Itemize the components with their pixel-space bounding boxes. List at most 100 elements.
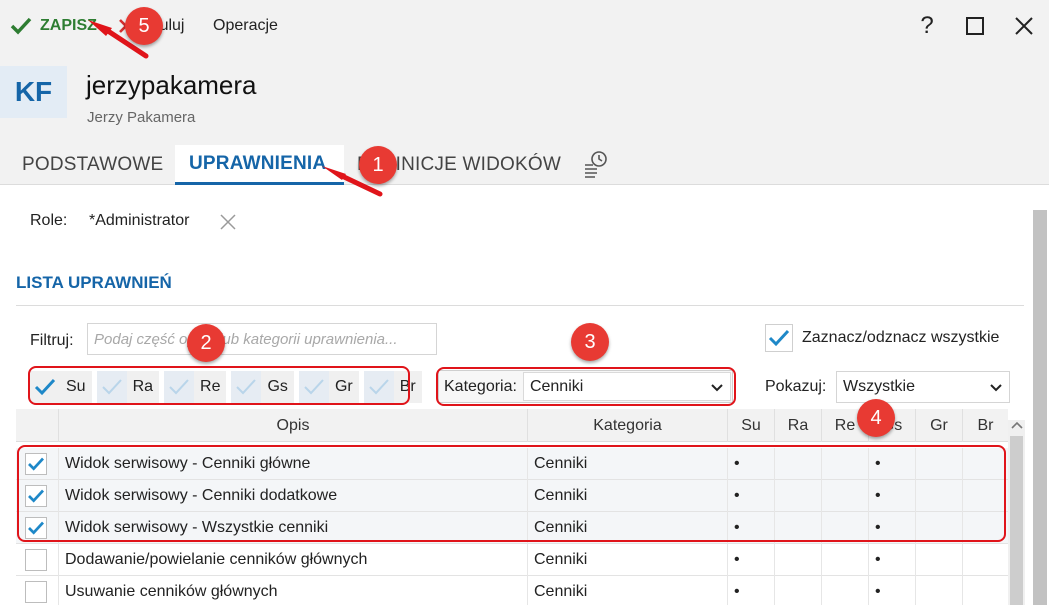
section-title: LISTA UPRAWNIEŃ: [16, 273, 172, 292]
operations-menu[interactable]: Operacje: [213, 0, 278, 52]
row-br: [962, 576, 1008, 605]
row-re: [821, 512, 868, 544]
avatar: KF: [0, 66, 67, 118]
row-checkbox-cell: [25, 448, 58, 480]
chevron-down-icon: [990, 384, 1002, 392]
operations-label: Operacje: [213, 17, 278, 34]
toggle-check-icon: [96, 371, 127, 403]
table-row[interactable]: Dodawanie/powielanie cenników głównych C…: [16, 544, 1008, 576]
toggle-label: Su: [66, 378, 86, 395]
help-icon: ?: [920, 12, 934, 39]
row-category: Cenniki: [527, 544, 727, 576]
row-category: Cenniki: [527, 480, 727, 512]
row-re: [821, 480, 868, 512]
row-su: •: [727, 544, 774, 576]
role-value: *Administrator: [89, 212, 190, 229]
row-description: Widok serwisowy - Cenniki główne: [58, 448, 527, 480]
toggle-gs[interactable]: Gs: [231, 371, 294, 403]
row-category: Cenniki: [527, 512, 727, 544]
close-window-button[interactable]: [1007, 8, 1041, 44]
save-button[interactable]: ZAPISZ: [10, 0, 97, 52]
show-label: Pokazuj:: [765, 378, 827, 395]
remove-role-button[interactable]: [218, 212, 238, 232]
toggle-check-icon: [164, 371, 195, 403]
header-ra[interactable]: Ra: [774, 409, 821, 442]
category-label: Kategoria:: [444, 377, 517, 395]
checkmark-icon: [28, 521, 45, 535]
toggle-gr[interactable]: Gr: [298, 371, 359, 403]
row-checkbox-cell: [25, 512, 58, 544]
header-checkbox-col: [16, 409, 58, 442]
annotation-badge: 3: [571, 323, 609, 361]
row-description: Usuwanie cenników głównych: [58, 576, 527, 605]
main-scrollbar[interactable]: [1033, 210, 1047, 605]
tab-bar: PODSTAWOWE UPRAWNIENIA DEFINICJE WIDOKÓW: [0, 145, 1049, 185]
row-ra: [774, 448, 821, 480]
table-scrollbar-thumb[interactable]: [1010, 436, 1023, 605]
table-row[interactable]: Widok serwisowy - Cenniki dodatkowe Cenn…: [16, 480, 1008, 512]
row-gs: •: [868, 576, 915, 605]
toggle-label: Br: [399, 378, 416, 395]
show-value: Wszystkie: [843, 378, 915, 395]
row-gs: •: [868, 480, 915, 512]
toggle-re[interactable]: Re: [164, 371, 227, 403]
scroll-up-button[interactable]: [1010, 418, 1024, 432]
row-gr: [915, 512, 962, 544]
select-all-box[interactable]: [765, 324, 793, 352]
user-login: jerzypakamera: [86, 70, 257, 100]
row-checkbox[interactable]: [25, 549, 47, 571]
row-br: [962, 448, 1008, 480]
close-window-icon: [1015, 17, 1033, 35]
category-select[interactable]: Cenniki: [522, 372, 731, 401]
table-row[interactable]: Widok serwisowy - Wszystkie cenniki Cenn…: [16, 512, 1008, 544]
toggle-su[interactable]: Su: [30, 371, 92, 403]
header-kategoria[interactable]: Kategoria: [527, 409, 727, 442]
row-checkbox[interactable]: [25, 517, 47, 539]
table-row[interactable]: Widok serwisowy - Cenniki główne Cenniki…: [16, 448, 1008, 480]
show-select[interactable]: Wszystkie: [836, 371, 1010, 403]
checkmark-icon: [10, 17, 32, 35]
row-ra: [774, 512, 821, 544]
toggle-ra[interactable]: Ra: [96, 371, 160, 403]
row-gs: •: [868, 544, 915, 576]
select-all-checkbox[interactable]: Zaznacz/odznacz wszystkie: [765, 324, 999, 352]
tab-podstawowe[interactable]: PODSTAWOWE: [22, 145, 163, 185]
tab-uprawnienia[interactable]: UPRAWNIENIA: [175, 145, 344, 185]
row-gs: •: [868, 448, 915, 480]
row-gs: •: [868, 512, 915, 544]
row-checkbox-cell: [25, 576, 58, 605]
row-checkbox-cell: [25, 480, 58, 512]
filter-input[interactable]: [87, 323, 437, 355]
row-description: Widok serwisowy - Wszystkie cenniki: [58, 512, 527, 544]
header-opis[interactable]: Opis: [58, 409, 527, 442]
row-su: •: [727, 448, 774, 480]
row-re: [821, 576, 868, 605]
toggle-label: Gr: [334, 378, 353, 395]
category-filter: Kategoria: Cenniki: [438, 370, 733, 403]
history-tab[interactable]: [583, 149, 611, 179]
select-all-label: Zaznacz/odznacz wszystkie: [802, 329, 1000, 346]
annotation-badge: 2: [187, 324, 225, 362]
checkmark-icon: [28, 489, 45, 503]
header-gr[interactable]: Gr: [915, 409, 962, 442]
help-button[interactable]: ?: [910, 8, 944, 44]
row-gr: [915, 576, 962, 605]
column-toggles: Su Ra Re Gs Gr Br: [30, 371, 422, 403]
header-su[interactable]: Su: [727, 409, 774, 442]
row-checkbox[interactable]: [25, 581, 47, 603]
row-checkbox[interactable]: [25, 453, 47, 475]
table-row[interactable]: Usuwanie cenników głównych Cenniki • •: [16, 576, 1008, 605]
row-checkbox-cell: [25, 544, 58, 576]
row-su: •: [727, 480, 774, 512]
user-full-name: Jerzy Pakamera: [87, 109, 196, 126]
toggle-label: Ra: [132, 378, 154, 395]
row-re: [821, 448, 868, 480]
toggle-check-icon: [30, 371, 60, 403]
row-gr: [915, 448, 962, 480]
header-br[interactable]: Br: [962, 409, 1008, 442]
row-su: •: [727, 512, 774, 544]
row-checkbox[interactable]: [25, 485, 47, 507]
toggle-br[interactable]: Br: [363, 371, 422, 403]
history-icon: [585, 151, 607, 178]
maximize-button[interactable]: [958, 8, 992, 44]
